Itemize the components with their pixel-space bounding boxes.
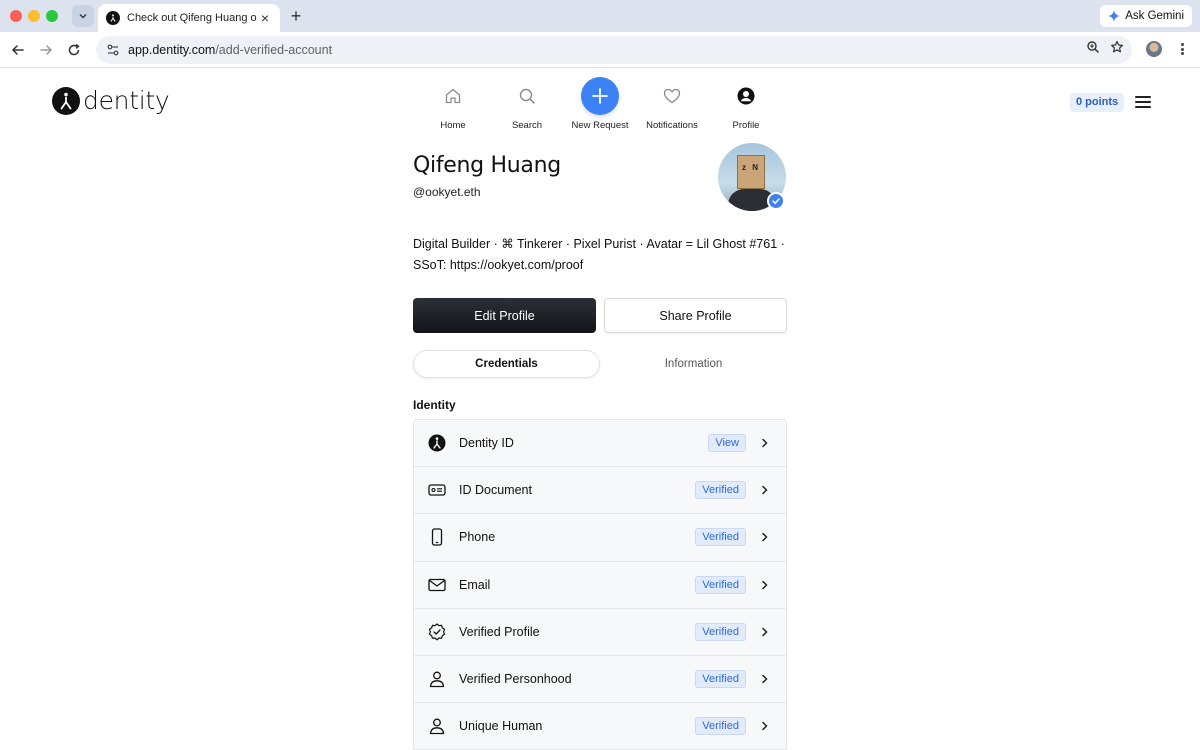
arrow-left-icon — [11, 45, 24, 55]
nav-search-label: Search — [511, 120, 543, 131]
new-tab-button[interactable]: + — [287, 6, 305, 26]
credential-label: Verified Profile — [459, 624, 540, 639]
credential-label: Unique Human — [459, 719, 543, 734]
credential-label: Email — [459, 577, 491, 592]
credential-row-unique-human[interactable]: Unique Human Verified — [414, 703, 786, 750]
address-bar[interactable]: app.dentity.com/add-verified-account — [96, 36, 1132, 64]
chevron-right-icon — [760, 673, 770, 685]
nav-home[interactable]: Home — [413, 76, 493, 131]
credential-label: Dentity ID — [459, 436, 514, 451]
home-icon — [433, 76, 473, 116]
credential-status-badge: Verified — [695, 670, 746, 689]
verified-check-icon — [767, 192, 785, 210]
site-settings-icon[interactable] — [106, 43, 120, 57]
edit-profile-button[interactable]: Edit Profile — [413, 298, 596, 333]
person-icon — [428, 670, 446, 688]
bookmark-star-icon[interactable] — [1110, 40, 1124, 54]
nav-new-request-label: New Request — [571, 120, 629, 131]
browser-tab[interactable]: Check out Qifeng Huang on Dentity × — [98, 4, 280, 32]
browser-tab-bar: Check out Qifeng Huang on Dentity × + As… — [0, 0, 1200, 32]
ask-gemini-label: Ask Gemini — [1125, 10, 1184, 22]
nav-notifications[interactable]: Notifications — [632, 76, 712, 131]
credential-row-id-document[interactable]: ID Document Verified — [414, 467, 786, 515]
dentity-favicon-icon — [106, 11, 120, 25]
credential-row-email[interactable]: Email Verified — [414, 562, 786, 609]
zoom-icon[interactable] — [1086, 40, 1100, 54]
phone-icon — [428, 528, 446, 547]
tab-information[interactable]: Information — [600, 350, 787, 378]
tab-search-button[interactable] — [72, 5, 94, 27]
nav-search[interactable]: Search — [487, 76, 567, 131]
profile-tabs: Credentials Information — [413, 350, 787, 378]
ask-gemini-button[interactable]: Ask Gemini — [1100, 5, 1192, 27]
arrow-right-icon — [40, 45, 53, 55]
envelope-icon — [428, 576, 446, 594]
chevron-right-icon — [760, 484, 770, 496]
nav-new-request[interactable]: New Request — [560, 76, 640, 131]
reload-icon — [68, 43, 80, 56]
close-window-button[interactable] — [10, 10, 22, 22]
nav-profile-label: Profile — [732, 120, 760, 131]
nav-notifications-label: Notifications — [646, 120, 698, 131]
tab-credentials[interactable]: Credentials — [413, 350, 600, 378]
profile-handle: @ookyet.eth — [413, 185, 481, 199]
browser-profile-avatar[interactable] — [1146, 41, 1162, 57]
credential-label: ID Document — [459, 483, 532, 498]
search-icon — [507, 76, 547, 116]
credential-status-badge: Verified — [695, 717, 746, 736]
reload-button[interactable] — [64, 40, 84, 60]
credential-row-dentity-id[interactable]: Dentity ID View — [414, 420, 786, 468]
credential-status-badge: Verified — [695, 575, 746, 594]
id-card-icon — [428, 481, 446, 499]
back-button[interactable] — [8, 40, 28, 60]
avatar-bag-eyes: z N — [742, 163, 760, 172]
credential-status-badge[interactable]: View — [708, 434, 746, 453]
browser-toolbar: app.dentity.com/add-verified-account — [0, 32, 1200, 68]
credential-row-verified-profile[interactable]: Verified Profile Verified — [414, 609, 786, 656]
gemini-sparkle-icon — [1108, 10, 1121, 22]
identity-section-title: Identity — [413, 398, 456, 412]
nav-new-request-icon-wrap — [580, 76, 620, 116]
profile-bio: Digital Builder · ⌘ Tinkerer · Pixel Pur… — [413, 237, 785, 272]
profile-name: Qifeng Huang — [413, 153, 561, 178]
url-path: /add-verified-account — [215, 43, 333, 57]
chevron-right-icon — [760, 437, 770, 449]
minimize-window-button[interactable] — [28, 10, 40, 22]
share-profile-button[interactable]: Share Profile — [604, 298, 787, 333]
credential-status-badge: Verified — [695, 528, 746, 547]
chevron-right-icon — [760, 720, 770, 732]
heart-icon — [652, 76, 692, 116]
dentity-logo-icon — [428, 434, 446, 452]
main-nav: Home Search New Request Notifications Pr… — [0, 76, 1200, 132]
credentials-list: Dentity ID View ID Document Verified Pho… — [413, 419, 787, 750]
nav-profile[interactable]: Profile — [706, 76, 786, 131]
nav-home-label: Home — [440, 120, 466, 131]
url-host: app.dentity.com — [128, 43, 216, 57]
url-text: app.dentity.com/add-verified-account — [128, 43, 332, 57]
hamburger-menu-icon[interactable] — [1135, 96, 1151, 108]
tab-title: Check out Qifeng Huang on Dentity — [127, 12, 257, 24]
credential-label: Verified Personhood — [459, 672, 572, 687]
credential-row-phone[interactable]: Phone Verified — [414, 514, 786, 562]
person-icon — [428, 717, 446, 735]
chevron-right-icon — [760, 626, 770, 638]
points-badge[interactable]: 0 points — [1070, 93, 1125, 112]
avatar-paper-bag — [737, 155, 765, 189]
tab-close-icon[interactable]: × — [258, 10, 272, 26]
credential-row-verified-personhood[interactable]: Verified Personhood Verified — [414, 656, 786, 704]
forward-button[interactable] — [36, 40, 56, 60]
maximize-window-button[interactable] — [46, 10, 58, 22]
plus-icon — [581, 77, 619, 115]
profile-icon — [726, 76, 766, 116]
credential-status-badge: Verified — [695, 481, 746, 500]
verified-seal-icon — [428, 623, 446, 641]
browser-menu-icon[interactable] — [1177, 41, 1187, 57]
credential-label: Phone — [459, 530, 496, 545]
credential-status-badge: Verified — [695, 622, 746, 641]
chevron-down-icon — [79, 14, 87, 19]
chevron-right-icon — [760, 531, 770, 543]
chevron-right-icon — [760, 579, 770, 591]
